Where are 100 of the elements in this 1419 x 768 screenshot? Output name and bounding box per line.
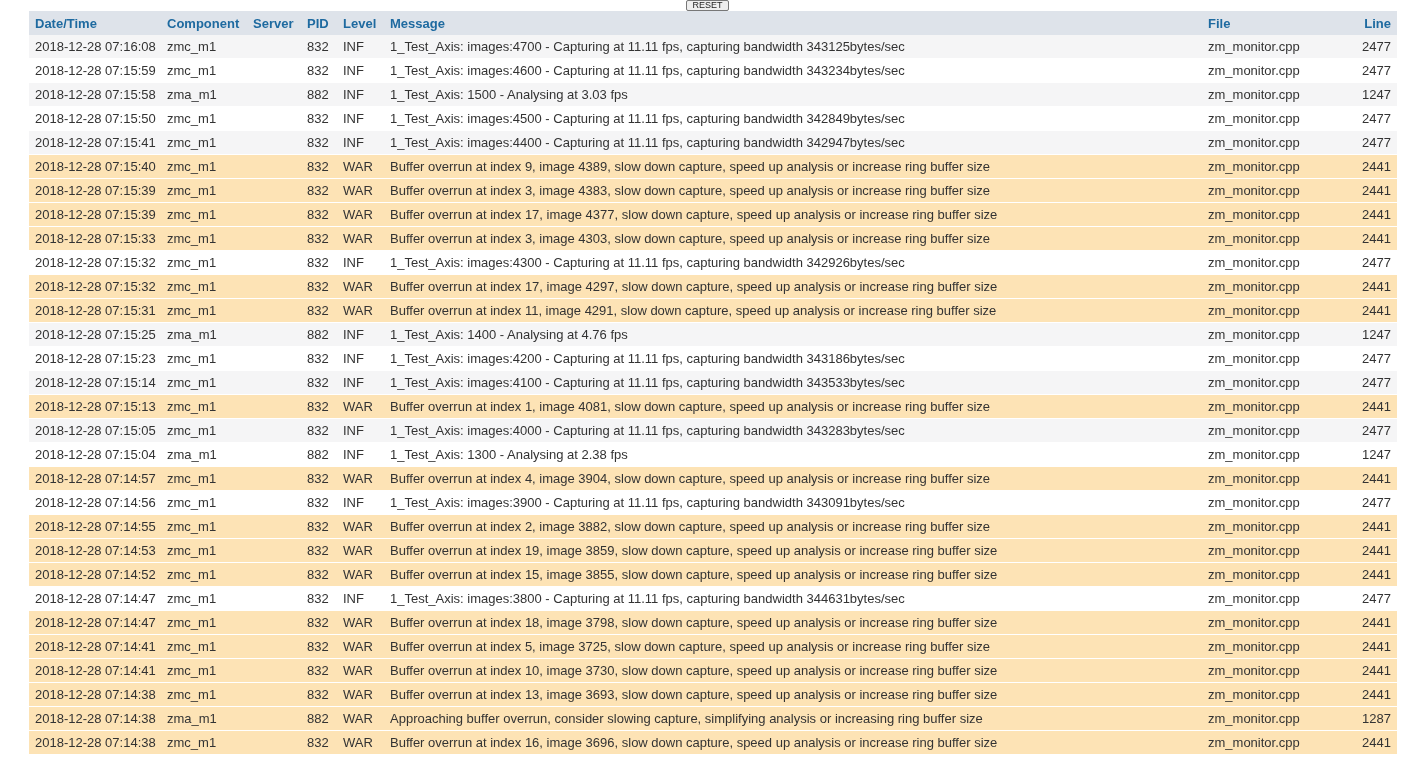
- table-cell: 2441: [1342, 274, 1397, 299]
- table-cell: 832: [301, 562, 337, 587]
- table-cell: 882: [301, 82, 337, 107]
- column-header[interactable]: PID: [301, 11, 337, 35]
- table-cell: WAR: [337, 610, 384, 635]
- table-cell: 2018-12-28 07:15:41: [29, 130, 161, 155]
- table-cell: Buffer overrun at index 9, image 4389, slow down capture, speed up analysis or increase ring buffer size: [384, 154, 1202, 179]
- table-cell: zmc_m1: [161, 274, 247, 299]
- table-cell: 1247: [1342, 82, 1397, 107]
- column-header[interactable]: Line: [1342, 11, 1397, 35]
- table-cell: 2018-12-28 07:15:05: [29, 418, 161, 443]
- table-cell: 2441: [1342, 154, 1397, 179]
- table-cell: 832: [301, 370, 337, 395]
- table-cell: zmc_m1: [161, 562, 247, 587]
- table-cell: Buffer overrun at index 11, image 4291, slow down capture, speed up analysis or increase ring buffer size: [384, 298, 1202, 323]
- table-cell: 2018-12-28 07:16:08: [29, 35, 161, 59]
- table-cell: zmc_m1: [161, 370, 247, 395]
- table-cell: INF: [337, 130, 384, 155]
- table-cell: 2477: [1342, 35, 1397, 59]
- table-cell: Buffer overrun at index 13, image 3693, slow down capture, speed up analysis or increase ring buffer size: [384, 682, 1202, 707]
- table-cell: 1_Test_Axis: images:4700 - Capturing at 11.11 fps, capturing bandwidth 343125bytes/sec: [384, 35, 1202, 59]
- table-cell: 2441: [1342, 658, 1397, 683]
- table-cell: Buffer overrun at index 2, image 3882, slow down capture, speed up analysis or increase ring buffer size: [384, 514, 1202, 539]
- table-cell: zmc_m1: [161, 610, 247, 635]
- table-cell: 2018-12-28 07:14:57: [29, 466, 161, 491]
- table-cell: WAR: [337, 466, 384, 491]
- table-cell: zm_monitor.cpp: [1202, 514, 1342, 539]
- table-cell: 2018-12-28 07:15:33: [29, 226, 161, 251]
- table-cell: WAR: [337, 730, 384, 755]
- table-cell: INF: [337, 322, 384, 347]
- table-cell: zm_monitor.cpp: [1202, 35, 1342, 59]
- table-cell: 2018-12-28 07:14:41: [29, 658, 161, 683]
- table-cell: 832: [301, 682, 337, 707]
- table-cell: WAR: [337, 682, 384, 707]
- table-cell: zmc_m1: [161, 682, 247, 707]
- table-cell: zm_monitor.cpp: [1202, 634, 1342, 659]
- table-cell: zm_monitor.cpp: [1202, 370, 1342, 395]
- column-header[interactable]: Date/Time: [29, 11, 161, 35]
- table-cell: 1_Test_Axis: images:4100 - Capturing at 11.11 fps, capturing bandwidth 343533bytes/sec: [384, 370, 1202, 395]
- table-cell: Buffer overrun at index 18, image 3798, slow down capture, speed up analysis or increase ring buffer size: [384, 610, 1202, 635]
- table-cell: 832: [301, 35, 337, 59]
- column-header[interactable]: Server: [247, 11, 301, 35]
- table-cell: Buffer overrun at index 16, image 3696, slow down capture, speed up analysis or increase ring buffer size: [384, 730, 1202, 755]
- table-cell: 1_Test_Axis: 1500 - Analysing at 3.03 fps: [384, 82, 1202, 107]
- table-cell: 832: [301, 610, 337, 635]
- table-cell: zm_monitor.cpp: [1202, 610, 1342, 635]
- table-cell: Buffer overrun at index 4, image 3904, slow down capture, speed up analysis or increase ring buffer size: [384, 466, 1202, 491]
- table-cell: 2441: [1342, 562, 1397, 587]
- table-cell: zm_monitor.cpp: [1202, 202, 1342, 227]
- table-cell: 2477: [1342, 130, 1397, 155]
- column-header[interactable]: Level: [337, 11, 384, 35]
- table-cell: 832: [301, 202, 337, 227]
- table-cell: 2441: [1342, 682, 1397, 707]
- table-cell: WAR: [337, 658, 384, 683]
- table-cell: zm_monitor.cpp: [1202, 298, 1342, 323]
- table-cell: zm_monitor.cpp: [1202, 394, 1342, 419]
- table-cell: 1_Test_Axis: 1400 - Analysing at 4.76 fps: [384, 322, 1202, 347]
- table-cell: 882: [301, 706, 337, 731]
- table-cell: zmc_m1: [161, 514, 247, 539]
- table-cell: zmc_m1: [161, 634, 247, 659]
- table-cell: 2441: [1342, 394, 1397, 419]
- table-cell: zm_monitor.cpp: [1202, 82, 1342, 107]
- column-header[interactable]: File: [1202, 11, 1342, 35]
- table-cell: 2018-12-28 07:15:58: [29, 82, 161, 107]
- column-header[interactable]: Component: [161, 11, 247, 35]
- table-cell: 2441: [1342, 730, 1397, 755]
- table-cell: WAR: [337, 706, 384, 731]
- table-cell: zm_monitor.cpp: [1202, 178, 1342, 203]
- table-cell: 1287: [1342, 706, 1397, 731]
- column-header[interactable]: Message: [384, 11, 1202, 35]
- table-cell: zm_monitor.cpp: [1202, 658, 1342, 683]
- table-cell: 1247: [1342, 322, 1397, 347]
- table-cell: 2441: [1342, 226, 1397, 251]
- table-cell: zm_monitor.cpp: [1202, 274, 1342, 299]
- table-cell: zm_monitor.cpp: [1202, 706, 1342, 731]
- table-cell: zmc_m1: [161, 658, 247, 683]
- table-cell: WAR: [337, 394, 384, 419]
- table-cell: 2477: [1342, 370, 1397, 395]
- table-cell: zmc_m1: [161, 226, 247, 251]
- table-cell: 832: [301, 418, 337, 443]
- table-cell: 2018-12-28 07:15:39: [29, 202, 161, 227]
- table-cell: zmc_m1: [161, 466, 247, 491]
- table-cell: Buffer overrun at index 15, image 3855, slow down capture, speed up analysis or increase ring buffer size: [384, 562, 1202, 587]
- table-cell: 2018-12-28 07:14:41: [29, 634, 161, 659]
- table-cell: Buffer overrun at index 3, image 4303, slow down capture, speed up analysis or increase ring buffer size: [384, 226, 1202, 251]
- table-cell: Buffer overrun at index 10, image 3730, slow down capture, speed up analysis or increase ring buffer size: [384, 658, 1202, 683]
- table-cell: zm_monitor.cpp: [1202, 154, 1342, 179]
- table-cell: 2018-12-28 07:15:39: [29, 178, 161, 203]
- table-cell: 2018-12-28 07:15:14: [29, 370, 161, 395]
- table-cell: zm_monitor.cpp: [1202, 538, 1342, 563]
- table-cell: zm_monitor.cpp: [1202, 562, 1342, 587]
- table-cell: 832: [301, 130, 337, 155]
- table-cell: 2018-12-28 07:14:47: [29, 610, 161, 635]
- table-cell: INF: [337, 418, 384, 443]
- table-cell: 2018-12-28 07:14:38: [29, 682, 161, 707]
- table-cell: WAR: [337, 562, 384, 587]
- table-cell: WAR: [337, 298, 384, 323]
- table-cell: 2441: [1342, 610, 1397, 635]
- table-cell: zm_monitor.cpp: [1202, 322, 1342, 347]
- table-cell: 1_Test_Axis: images:4000 - Capturing at 11.11 fps, capturing bandwidth 343283bytes/sec: [384, 418, 1202, 443]
